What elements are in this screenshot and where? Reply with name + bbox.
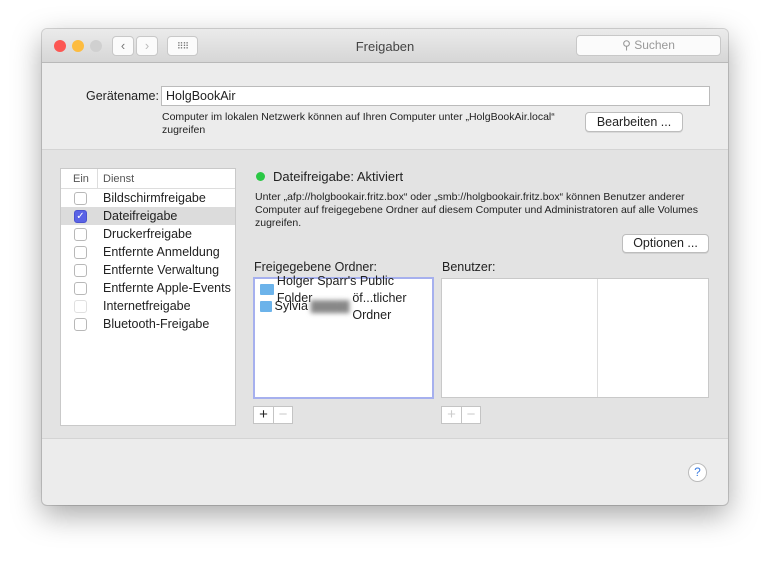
service-checkbox[interactable] xyxy=(74,282,87,295)
service-label: Bluetooth-Freigabe xyxy=(103,317,210,331)
search-field[interactable]: ⚲ Suchen xyxy=(576,35,721,56)
search-placeholder: Suchen xyxy=(634,38,675,52)
folder-item[interactable]: Sylvia ▇▇▇▇ öf...tlicher Ordner xyxy=(255,291,432,322)
status-indicator xyxy=(256,172,265,181)
service-label: Internetfreigabe xyxy=(103,299,191,313)
col-on: Ein xyxy=(73,173,89,185)
service-checkbox[interactable] xyxy=(74,228,87,241)
service-label: Bildschirmfreigabe xyxy=(103,191,206,205)
sharing-description: Unter „afp://holgbookair.fritz.box“ oder… xyxy=(255,191,698,229)
service-list: Ein Dienst Bildschirmfreigabe ✓ Dateifreig… xyxy=(60,168,236,426)
shared-folders-list[interactable]: Holger Sparr's Public Folder Sylvia ▇▇▇▇ ö… xyxy=(253,274,434,399)
service-checkbox[interactable] xyxy=(74,318,87,331)
search-icon: ⚲ xyxy=(622,38,635,52)
service-checkbox[interactable] xyxy=(74,192,87,205)
service-row[interactable]: Entfernte Anmeldung xyxy=(61,243,235,261)
redacted-name: ▇▇▇▇ xyxy=(310,299,350,313)
service-list-header: Ein Dienst xyxy=(61,169,235,189)
folder-name: Sylvia xyxy=(274,299,308,313)
service-label: Entfernte Verwaltung xyxy=(103,263,220,277)
folder-icon xyxy=(260,284,274,295)
options-button[interactable]: Optionen ... xyxy=(622,234,709,253)
service-checkbox[interactable]: ✓ xyxy=(74,210,87,223)
folder-add-remove: + − xyxy=(253,406,293,424)
preferences-window: ‹ › ⠿⠿ Freigaben ⚲ Suchen Gerätename: Ho… xyxy=(42,29,728,505)
folder-name-end: öf...tlicher Ordner xyxy=(352,290,407,322)
service-row[interactable]: Bildschirmfreigabe xyxy=(61,189,235,207)
titlebar: ‹ › ⠿⠿ Freigaben ⚲ Suchen xyxy=(42,29,728,63)
remove-user-button[interactable]: − xyxy=(461,407,480,423)
service-row[interactable]: Druckerfreigabe xyxy=(61,225,235,243)
service-label: Entfernte Anmeldung xyxy=(103,245,220,259)
add-folder-button[interactable]: + xyxy=(254,407,273,423)
col-service: Dienst xyxy=(103,173,135,185)
service-checkbox[interactable] xyxy=(74,264,87,277)
service-label: Entfernte Apple-Events xyxy=(103,281,231,295)
device-name-input[interactable]: HolgBookAir xyxy=(161,86,710,106)
service-row[interactable]: Entfernte Apple-Events xyxy=(61,279,235,297)
device-name-label: Gerätename: xyxy=(86,89,159,103)
service-row[interactable]: Bluetooth-Freigabe xyxy=(61,315,235,333)
help-button[interactable]: ? xyxy=(688,463,707,482)
user-add-remove: + − xyxy=(441,406,481,424)
folder-icon xyxy=(260,301,272,312)
service-checkbox[interactable] xyxy=(74,300,87,313)
service-checkbox[interactable] xyxy=(74,246,87,259)
device-note: Computer im lokalen Netzwerk können auf … xyxy=(162,111,555,136)
status-text: Dateifreigabe: Aktiviert xyxy=(273,169,404,184)
service-row[interactable]: Entfernte Verwaltung xyxy=(61,261,235,279)
edit-button[interactable]: Bearbeiten ... xyxy=(585,112,683,132)
users-list[interactable] xyxy=(441,278,709,398)
users-label: Benutzer: xyxy=(442,260,496,274)
service-label: Dateifreigabe xyxy=(103,209,178,223)
service-row[interactable]: Internetfreigabe xyxy=(61,297,235,315)
add-user-button[interactable]: + xyxy=(442,407,461,423)
service-row[interactable]: ✓ Dateifreigabe xyxy=(61,207,235,225)
service-label: Druckerfreigabe xyxy=(103,227,192,241)
remove-folder-button[interactable]: − xyxy=(273,407,292,423)
